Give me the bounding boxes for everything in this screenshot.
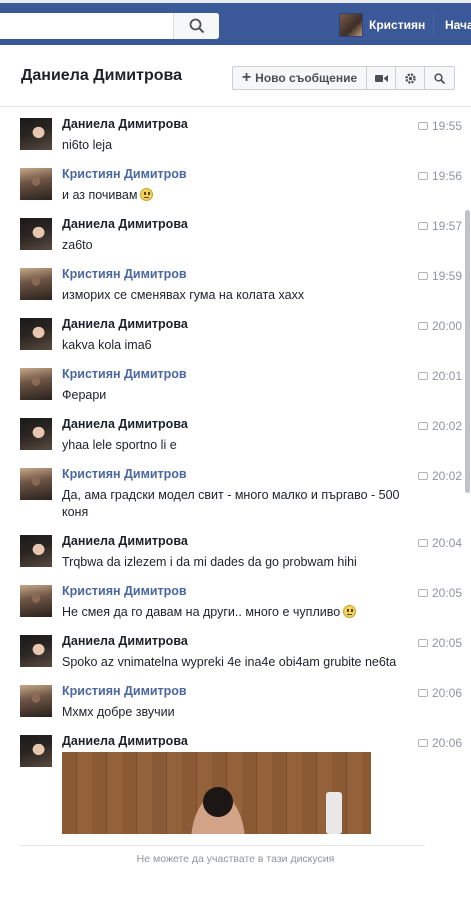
chat-bubble-icon [418,272,428,280]
avatar[interactable] [20,218,52,250]
new-message-label: Ново съобщение [255,71,358,85]
chat-bubble-icon [418,589,428,597]
video-icon [374,74,388,82]
photo-subject [180,774,256,834]
message-list[interactable]: Даниела Димитрова ni6to leja 19:55 Крист… [0,108,471,834]
avatar[interactable] [20,468,52,500]
profile-avatar[interactable] [339,13,363,37]
avatar[interactable] [20,168,52,200]
message-text: Да, ама градски модел свит - много малко… [62,488,400,519]
avatar[interactable] [20,418,52,450]
message-sender[interactable]: Даниела Димитрова [62,117,188,131]
chat-bubble-icon [418,172,428,180]
avatar[interactable] [20,118,52,150]
message-sender[interactable]: Кристиян Димитров [62,267,187,281]
message-sender[interactable]: Кристиян Димитров [62,684,187,698]
settings-button[interactable] [396,67,425,89]
message-time: 19:56 [418,169,462,183]
message-time: 19:57 [418,219,462,233]
avatar[interactable] [20,735,52,767]
message-time: 20:06 [418,686,462,700]
message-time: 20:05 [418,636,462,650]
message-time: 20:01 [418,369,462,383]
message-time: 20:04 [418,536,462,550]
search-icon [434,72,445,84]
chat-bubble-icon [418,539,428,547]
new-message-button[interactable]: + Ново съобщение [233,67,367,89]
message-text: kakva kola ima6 [62,338,152,352]
home-link[interactable]: Нача [445,18,471,32]
message-time: 19:55 [418,119,462,133]
message-photo[interactable] [62,752,371,834]
top-nav-bar: Кристиян Нача [0,0,471,45]
plus-icon: + [241,69,252,86]
message-sender[interactable]: Кристиян Димитров [62,584,187,598]
chat-bubble-icon [418,222,428,230]
message-sender[interactable]: Даниела Димитрова [62,734,188,748]
message-time: 20:00 [418,319,462,333]
avatar[interactable] [20,635,52,667]
divider [20,845,425,846]
message-text: Ферари [62,388,107,402]
conversation-header: Даниела Димитрова + Ново съобщение [0,45,471,107]
nav-divider [433,15,434,35]
chat-bubble-icon [418,739,428,747]
message-time: 20:05 [418,586,462,600]
scrollbar[interactable] [465,210,470,493]
chat-bubble-icon [418,322,428,330]
avatar[interactable] [20,318,52,350]
message-text: ni6to leja [62,138,113,152]
video-call-button[interactable] [367,67,396,89]
message-text: za6to [62,238,93,252]
message-text: Не смея да го давам на други.. много е ч… [62,604,407,621]
message-sender[interactable]: Кристиян Димитров [62,167,187,181]
message-sender[interactable]: Кристиян Димитров [62,367,187,381]
message-sender[interactable]: Даниела Димитрова [62,534,188,548]
avatar[interactable] [20,535,52,567]
message-text: изморих се сменявах гума на колата хахх [62,288,305,302]
message-sender[interactable]: Даниела Димитрова [62,417,188,431]
smiley-emoji-icon [343,605,357,618]
avatar[interactable] [20,585,52,617]
chat-bubble-icon [418,639,428,647]
message-time: 20:02 [418,419,462,433]
message-time: 20:02 [418,469,462,483]
avatar[interactable] [20,685,52,717]
message-time: 20:06 [418,736,462,750]
chat-bubble-icon [418,422,428,430]
chat-bubble-icon [418,372,428,380]
search-input[interactable] [0,13,219,39]
profile-name-link[interactable]: Кристиян [369,18,425,32]
search-icon [189,18,205,34]
message-text: Spoko az vnimatelna wypreki 4e ina4e obi… [62,655,397,669]
chat-bubble-icon [418,122,428,130]
photo-object [326,792,342,834]
message-text: yhaa lele sportno li e [62,438,177,452]
search-conversation-button[interactable] [425,67,454,89]
message-text: Trqbwa da izlezem i da mi dades da go pr… [62,555,357,569]
chat-bubble-icon [418,472,428,480]
message-sender[interactable]: Даниела Димитрова [62,634,188,648]
smiley-emoji-icon [140,188,154,201]
avatar[interactable] [20,268,52,300]
search-button[interactable] [173,13,219,39]
avatar[interactable] [20,368,52,400]
message-text: и аз почивам [62,187,407,204]
message-sender[interactable]: Кристиян Димитров [62,467,187,481]
chat-bubble-icon [418,689,428,697]
message-text: Мхмх добре звучии [62,705,175,719]
message-sender[interactable]: Даниела Димитрова [62,217,188,231]
conversation-actions: + Ново съобщение [232,66,455,90]
read-only-notice: Не можете да участвате в тази дискусия [136,853,335,865]
gear-icon [404,72,416,84]
conversation-title[interactable]: Даниела Димитрова [21,67,182,85]
message-time: 19:59 [418,269,462,283]
message-sender[interactable]: Даниела Димитрова [62,317,188,331]
